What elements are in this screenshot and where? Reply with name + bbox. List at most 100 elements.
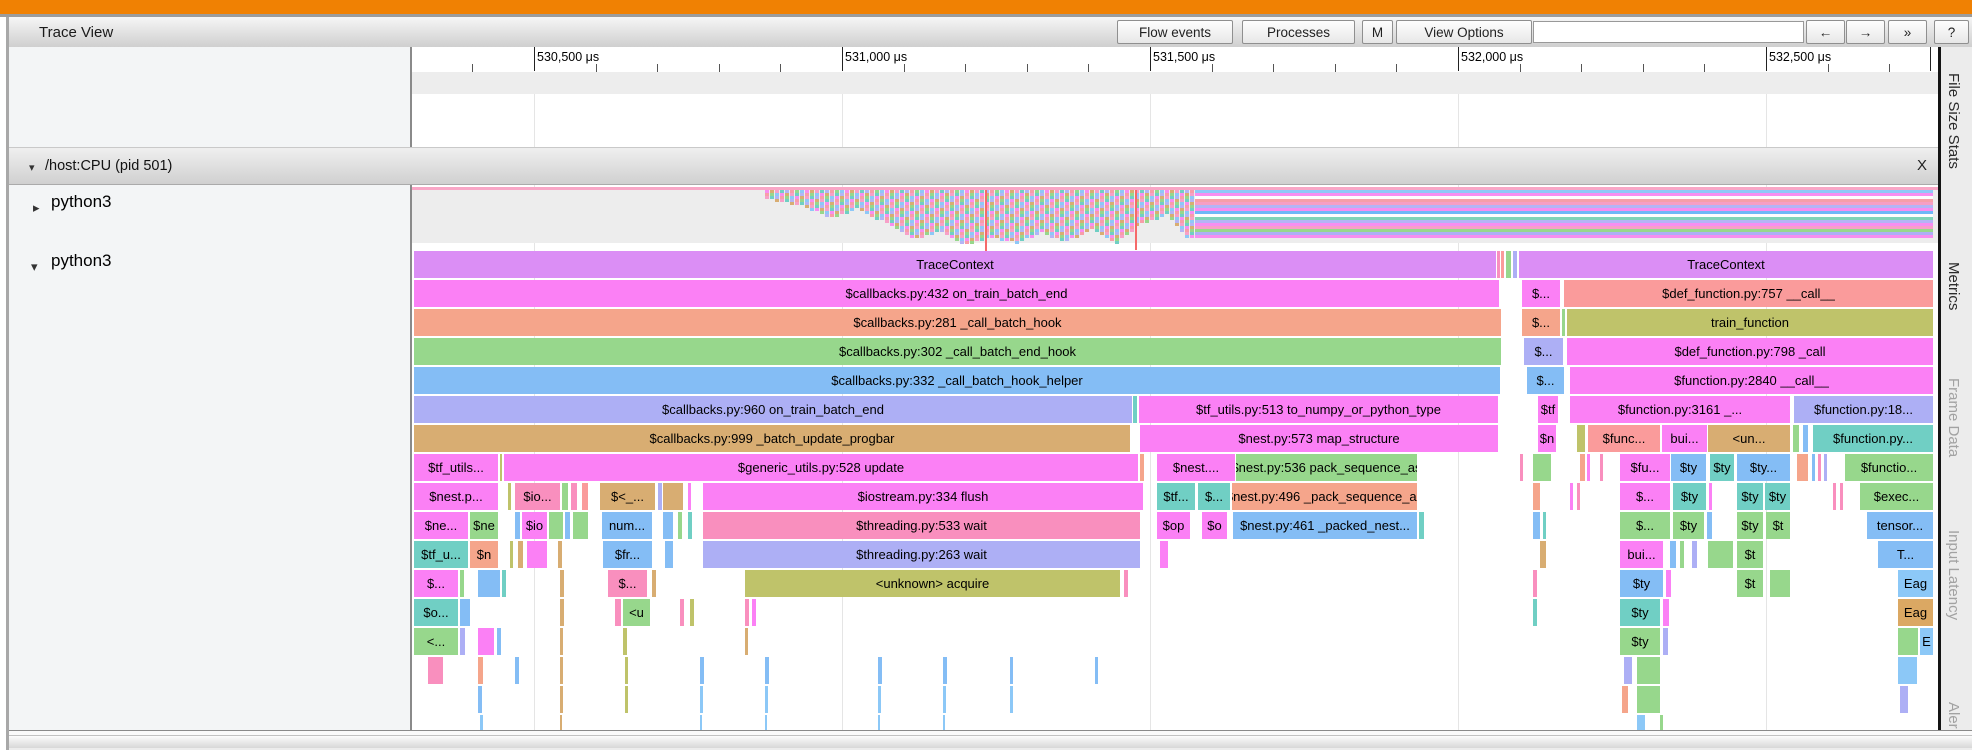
flame-bar[interactable] xyxy=(1622,686,1628,713)
flame-bar[interactable]: bui... xyxy=(1620,541,1663,568)
nav-forward-button[interactable]: → xyxy=(1846,20,1885,44)
flame-bar[interactable] xyxy=(1570,483,1573,510)
toolbar-button-flow-events[interactable]: Flow events xyxy=(1117,20,1233,44)
flame-bar[interactable] xyxy=(1010,686,1013,713)
flame-bar[interactable]: $generic_utils.py:528 update xyxy=(504,454,1138,481)
flame-bar[interactable] xyxy=(1501,251,1504,278)
flame-bar[interactable]: $op xyxy=(1157,512,1190,539)
flame-bar[interactable] xyxy=(582,483,588,510)
flame-bar[interactable]: $ne xyxy=(470,512,498,539)
flame-bar[interactable] xyxy=(1812,454,1815,481)
close-icon[interactable]: X xyxy=(1917,157,1927,174)
flame-bar[interactable] xyxy=(680,599,684,626)
flame-bar[interactable]: $<_... xyxy=(600,483,655,510)
flame-bar[interactable]: $nest.p... xyxy=(414,483,498,510)
flame-bar[interactable] xyxy=(560,599,564,626)
help-button[interactable]: ? xyxy=(1934,20,1969,44)
flame-bar[interactable]: $ty xyxy=(1673,512,1704,539)
device-header-host-cpu[interactable]: ▾ /host:CPU (pid 501) X xyxy=(9,147,1938,185)
flame-bar[interactable] xyxy=(560,628,563,655)
flame-bar[interactable] xyxy=(1637,657,1660,684)
flame-bar[interactable]: $fr... xyxy=(603,541,652,568)
flame-bar[interactable]: $tf... xyxy=(1157,483,1195,510)
flame-bar[interactable]: $nest.... xyxy=(1157,454,1235,481)
flame-bar[interactable]: $t xyxy=(1766,512,1790,539)
flame-bar[interactable] xyxy=(878,686,881,713)
flame-bar[interactable] xyxy=(1140,454,1144,481)
flame-bar[interactable]: $ty xyxy=(1673,483,1706,510)
flame-bar[interactable]: $function.py:18... xyxy=(1794,396,1933,423)
flame-bar[interactable] xyxy=(478,628,494,655)
flame-bar[interactable] xyxy=(428,657,443,684)
flame-bar[interactable] xyxy=(460,599,470,626)
flame-bar[interactable] xyxy=(1624,657,1632,684)
flame-bar[interactable] xyxy=(1095,657,1098,684)
flame-bar[interactable]: $ty xyxy=(1737,512,1763,539)
flame-bar[interactable]: $... xyxy=(1524,338,1563,365)
flame-bar[interactable]: $def_function.py:798 _call xyxy=(1567,338,1933,365)
flame-bar[interactable] xyxy=(1580,454,1585,481)
flame-bar[interactable] xyxy=(625,657,628,684)
flame-bar[interactable] xyxy=(1793,425,1799,452)
flame-bar[interactable]: $ty xyxy=(1765,483,1790,510)
flame-bar[interactable]: $callbacks.py:281 _call_batch_hook xyxy=(414,309,1501,336)
flame-bar[interactable]: tensor... xyxy=(1867,512,1933,539)
flame-bar[interactable] xyxy=(658,483,662,510)
flame-bar[interactable] xyxy=(665,541,673,568)
flame-bar[interactable]: $threading.py:263 wait xyxy=(703,541,1140,568)
flame-bar[interactable] xyxy=(527,541,547,568)
flame-bar[interactable]: bui... xyxy=(1662,425,1707,452)
flame-bar[interactable] xyxy=(1600,454,1603,481)
flame-bar[interactable]: $fu... xyxy=(1620,454,1670,481)
flame-bar[interactable]: $ty xyxy=(1620,570,1663,597)
flame-bar[interactable] xyxy=(510,541,513,568)
flame-bar[interactable] xyxy=(1709,483,1712,510)
flame-bar[interactable]: $... xyxy=(1527,367,1564,394)
flame-bar[interactable] xyxy=(745,599,749,626)
flame-bar[interactable] xyxy=(943,715,945,730)
flame-bar[interactable] xyxy=(1587,454,1590,481)
flame-bar[interactable] xyxy=(480,715,483,730)
collapse-arrow-icon[interactable]: ▸ xyxy=(33,200,40,216)
flame-bar[interactable]: $... xyxy=(608,570,647,597)
flame-bar[interactable]: $nest.py:536 pack_sequence_as xyxy=(1236,454,1417,481)
flame-bar[interactable] xyxy=(562,483,568,510)
toolbar-button-view-options[interactable]: View Options xyxy=(1396,20,1532,44)
flame-bar[interactable] xyxy=(765,657,769,684)
flame-bar[interactable] xyxy=(688,512,692,539)
flame-bar[interactable] xyxy=(690,599,694,626)
flame-bar[interactable]: $n xyxy=(470,541,498,568)
flame-bar[interactable]: $function.py:2840 __call__ xyxy=(1570,367,1933,394)
flame-bar[interactable]: $t xyxy=(1737,570,1763,597)
flame-bar[interactable]: $io... xyxy=(515,483,560,510)
flame-bar[interactable] xyxy=(1708,541,1733,568)
flame-bar[interactable] xyxy=(1670,541,1676,568)
flame-bar[interactable]: $t xyxy=(1737,541,1763,568)
flame-bar[interactable] xyxy=(700,715,702,730)
flame-bar[interactable] xyxy=(478,570,500,597)
flame-bar[interactable] xyxy=(765,686,768,713)
flame-bar[interactable] xyxy=(460,628,465,655)
toolbar-button-processes[interactable]: Processes xyxy=(1242,20,1355,44)
flame-bar[interactable] xyxy=(500,454,502,481)
flame-bar[interactable] xyxy=(615,599,621,626)
flame-bar[interactable]: TraceContext xyxy=(1519,251,1933,278)
flame-bar[interactable]: $... xyxy=(1198,483,1230,510)
flame-bar[interactable]: $callbacks.py:332 _call_batch_hook_helpe… xyxy=(414,367,1500,394)
flame-bar[interactable] xyxy=(1533,512,1540,539)
flame-bar[interactable] xyxy=(700,657,704,684)
flame-bar[interactable]: T... xyxy=(1878,541,1933,568)
tab-frame-data[interactable]: Frame Data xyxy=(1945,378,1962,528)
flame-bar[interactable] xyxy=(558,541,562,568)
search-box[interactable] xyxy=(1533,21,1804,43)
flame-bar[interactable]: $def_function.py:757 __call__ xyxy=(1564,280,1933,307)
toolbar-button-m[interactable]: M xyxy=(1362,20,1393,44)
flame-bar[interactable]: $callbacks.py:999 _batch_update_progbar xyxy=(414,425,1130,452)
flame-bar[interactable] xyxy=(1160,541,1168,568)
flame-bar[interactable] xyxy=(502,570,506,597)
flame-bar[interactable] xyxy=(518,541,523,568)
flame-bar[interactable] xyxy=(515,512,520,539)
flame-bar[interactable]: $... xyxy=(1522,280,1560,307)
flame-bar[interactable] xyxy=(943,657,947,684)
flame-bar[interactable]: $exec... xyxy=(1860,483,1933,510)
